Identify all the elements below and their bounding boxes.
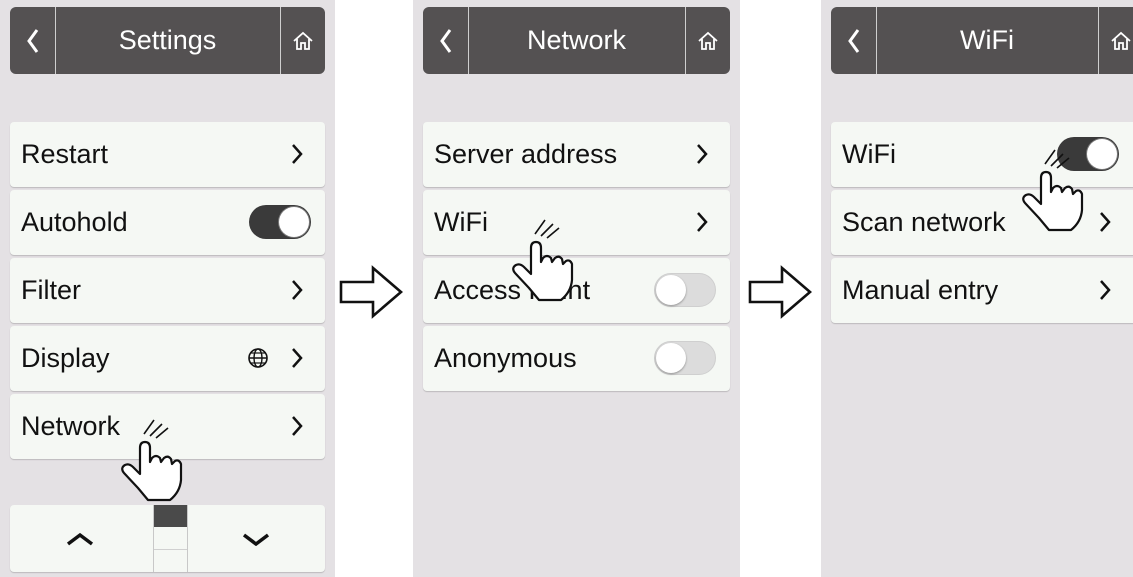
toggle-knob bbox=[1087, 139, 1117, 169]
back-button[interactable] bbox=[10, 7, 56, 74]
list-item-restart[interactable]: Restart bbox=[10, 122, 325, 187]
tap-hand-icon bbox=[512, 219, 574, 302]
home-icon bbox=[1111, 31, 1131, 50]
anonymous-toggle[interactable] bbox=[654, 341, 716, 375]
chevron-right-icon bbox=[292, 280, 303, 300]
chevron-right-icon bbox=[697, 212, 708, 232]
chevron-left-icon bbox=[439, 28, 451, 53]
list-item-autohold[interactable]: Autohold bbox=[10, 190, 325, 255]
chevron-right-icon bbox=[292, 144, 303, 164]
list-item-anonymous[interactable]: Anonymous bbox=[423, 326, 730, 391]
list-item-label: Filter bbox=[21, 275, 81, 305]
back-button[interactable] bbox=[423, 7, 469, 74]
chevron-right-icon bbox=[1100, 280, 1111, 300]
chevron-left-icon bbox=[847, 28, 859, 53]
wifi-screen: WiFi WiFi Scan network Manual entry bbox=[821, 0, 1133, 577]
globe-icon bbox=[248, 348, 268, 368]
home-button[interactable] bbox=[280, 7, 325, 74]
list-item-label: Scan network bbox=[842, 207, 1006, 237]
chevron-down-icon bbox=[242, 533, 270, 546]
home-icon bbox=[698, 31, 718, 50]
list-item-manual-entry[interactable]: Manual entry bbox=[831, 258, 1133, 323]
back-button[interactable] bbox=[831, 7, 877, 74]
network-header: Network bbox=[423, 7, 730, 74]
scroll-up-button[interactable] bbox=[10, 505, 150, 572]
chevron-up-icon bbox=[66, 532, 94, 545]
chevron-right-icon bbox=[697, 144, 708, 164]
chevron-left-icon bbox=[26, 28, 38, 53]
scroll-control bbox=[10, 505, 325, 572]
tap-hand-icon bbox=[1022, 149, 1084, 232]
list-item-filter[interactable]: Filter bbox=[10, 258, 325, 323]
list-item-label: WiFi bbox=[434, 207, 488, 237]
right-arrow-icon bbox=[748, 265, 812, 319]
page-title: Settings bbox=[118, 25, 217, 55]
home-button[interactable] bbox=[1098, 7, 1133, 74]
settings-header: Settings bbox=[10, 7, 325, 74]
list-item-label: WiFi bbox=[842, 139, 896, 169]
access-point-toggle[interactable] bbox=[654, 273, 716, 307]
list-item-label: Autohold bbox=[21, 207, 128, 237]
list-item-label: Anonymous bbox=[434, 343, 577, 373]
scroll-track[interactable] bbox=[153, 505, 188, 572]
list-item-label: Manual entry bbox=[842, 275, 999, 305]
chevron-right-icon bbox=[292, 348, 303, 368]
tap-hand-icon bbox=[121, 419, 183, 502]
home-button[interactable] bbox=[685, 7, 730, 74]
settings-screen: Settings Restart Autohold Filter Display… bbox=[0, 0, 335, 577]
chevron-right-icon bbox=[1100, 212, 1111, 232]
page-title: WiFi bbox=[960, 25, 1014, 55]
toggle-knob bbox=[656, 275, 686, 305]
home-icon bbox=[293, 31, 313, 50]
autohold-toggle[interactable] bbox=[249, 205, 311, 239]
wifi-header: WiFi bbox=[831, 7, 1133, 74]
scroll-divider bbox=[154, 549, 187, 550]
page-title: Network bbox=[526, 25, 627, 55]
list-item-server-address[interactable]: Server address bbox=[423, 122, 730, 187]
list-item-label: Restart bbox=[21, 139, 109, 169]
chevron-right-icon bbox=[292, 416, 303, 436]
network-screen: Network Server address WiFi Access Point… bbox=[413, 0, 740, 577]
toggle-knob bbox=[279, 207, 309, 237]
list-item-label: Server address bbox=[434, 139, 618, 169]
scroll-down-button[interactable] bbox=[186, 505, 326, 572]
right-arrow-icon bbox=[339, 265, 403, 319]
list-item-label: Display bbox=[21, 343, 110, 373]
list-item-display[interactable]: Display bbox=[10, 326, 325, 391]
list-item-label: Network bbox=[21, 411, 121, 441]
toggle-knob bbox=[656, 343, 686, 373]
